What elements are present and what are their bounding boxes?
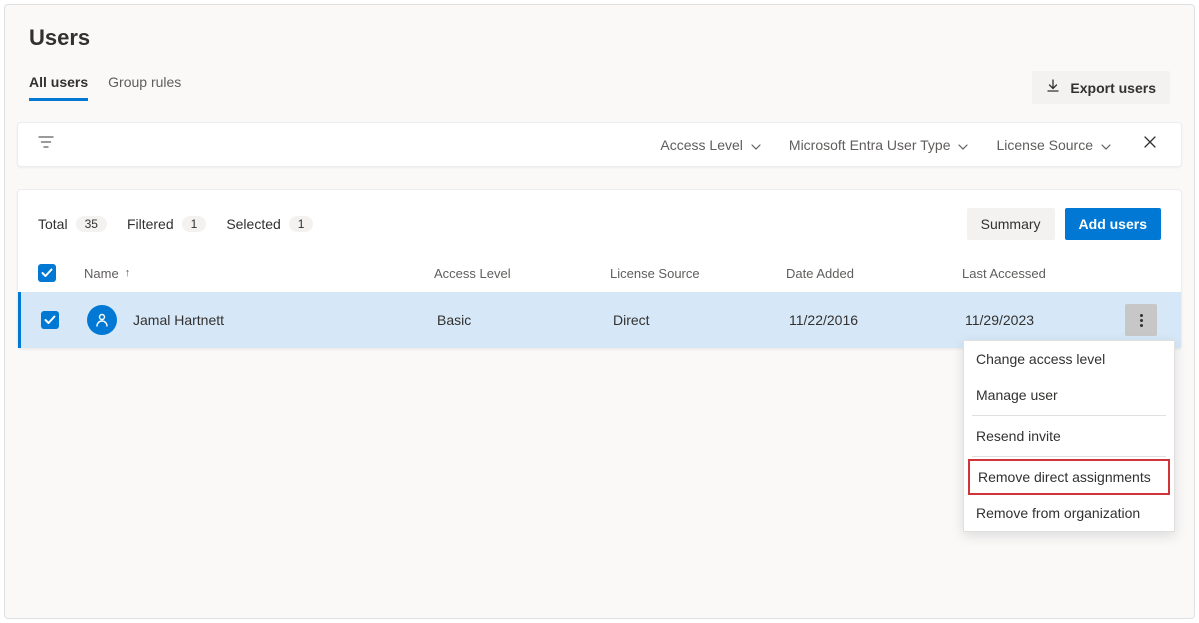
column-header-license-source[interactable]: License Source [610,266,786,281]
filter-icon[interactable] [38,135,54,154]
filter-access-level[interactable]: Access Level [660,137,760,153]
header-section: Users All users Group rules Export users [17,25,1182,104]
menu-divider [972,456,1166,457]
stats-row: Total 35 Filtered 1 Selected 1 Summary A… [18,190,1181,254]
column-header-date-added[interactable]: Date Added [786,266,962,281]
table-row[interactable]: Jamal Hartnett Basic Direct 11/22/2016 1… [18,292,1181,348]
main-panel: Total 35 Filtered 1 Selected 1 Summary A… [17,189,1182,349]
row-actions-cell [1121,304,1161,336]
stat-selected: Selected 1 [226,216,313,232]
filter-entra-type[interactable]: Microsoft Entra User Type [789,137,969,153]
filter-right: Access Level Microsoft Entra User Type L… [660,135,1161,154]
stat-selected-label: Selected [226,216,280,232]
stat-filtered-count: 1 [182,216,207,232]
column-header-name[interactable]: Name ↑ [84,266,434,281]
export-users-label: Export users [1070,80,1156,96]
stat-total-count: 35 [76,216,107,232]
row-user-name: Jamal Hartnett [133,312,224,328]
sort-ascending-icon: ↑ [125,267,131,279]
tabs-row: All users Group rules Export users [29,71,1170,104]
export-users-button[interactable]: Export users [1032,71,1170,104]
filter-left [38,135,54,154]
stat-filtered-label: Filtered [127,216,174,232]
row-access-level: Basic [437,312,613,328]
close-icon[interactable] [1139,135,1161,154]
tab-group-rules[interactable]: Group rules [108,74,181,101]
stats-left: Total 35 Filtered 1 Selected 1 [38,216,313,232]
filter-bar: Access Level Microsoft Entra User Type L… [17,122,1182,167]
menu-divider [972,415,1166,416]
stat-total-label: Total [38,216,68,232]
table-header: Name ↑ Access Level License Source Date … [18,254,1181,292]
avatar [87,305,117,335]
column-name-label: Name [84,266,119,281]
filter-entra-type-label: Microsoft Entra User Type [789,137,951,153]
row-license-source: Direct [613,312,789,328]
download-icon [1046,79,1060,96]
stats-right: Summary Add users [967,208,1161,240]
filter-license-source-label: License Source [996,137,1093,153]
column-header-access-level[interactable]: Access Level [434,266,610,281]
header-checkbox-cell [38,264,84,282]
tab-all-users[interactable]: All users [29,74,88,101]
chevron-down-icon [1101,137,1111,153]
row-checkbox-cell [41,311,87,329]
menu-resend-invite[interactable]: Resend invite [964,418,1174,454]
more-vertical-icon [1140,314,1143,327]
context-menu: Change access level Manage user Resend i… [963,340,1175,532]
stat-filtered: Filtered 1 [127,216,206,232]
row-date-added: 11/22/2016 [789,312,965,328]
menu-change-access-level[interactable]: Change access level [964,341,1174,377]
add-users-button[interactable]: Add users [1065,208,1161,240]
more-actions-button[interactable] [1125,304,1157,336]
filter-access-level-label: Access Level [660,137,742,153]
page-title: Users [29,25,1170,51]
row-checkbox[interactable] [41,311,59,329]
select-all-checkbox[interactable] [38,264,56,282]
chevron-down-icon [751,137,761,153]
chevron-down-icon [958,137,968,153]
row-last-accessed: 11/29/2023 [965,312,1121,328]
column-header-last-accessed[interactable]: Last Accessed [962,266,1121,281]
tabs: All users Group rules [29,74,181,101]
stat-selected-count: 1 [289,216,314,232]
menu-manage-user[interactable]: Manage user [964,377,1174,413]
summary-button[interactable]: Summary [967,208,1055,240]
row-name-cell: Jamal Hartnett [87,305,437,335]
menu-remove-from-organization[interactable]: Remove from organization [964,495,1174,531]
filter-license-source[interactable]: License Source [996,137,1111,153]
app-container: Users All users Group rules Export users… [4,4,1195,619]
menu-remove-direct-assignments[interactable]: Remove direct assignments [968,459,1170,495]
stat-total: Total 35 [38,216,107,232]
